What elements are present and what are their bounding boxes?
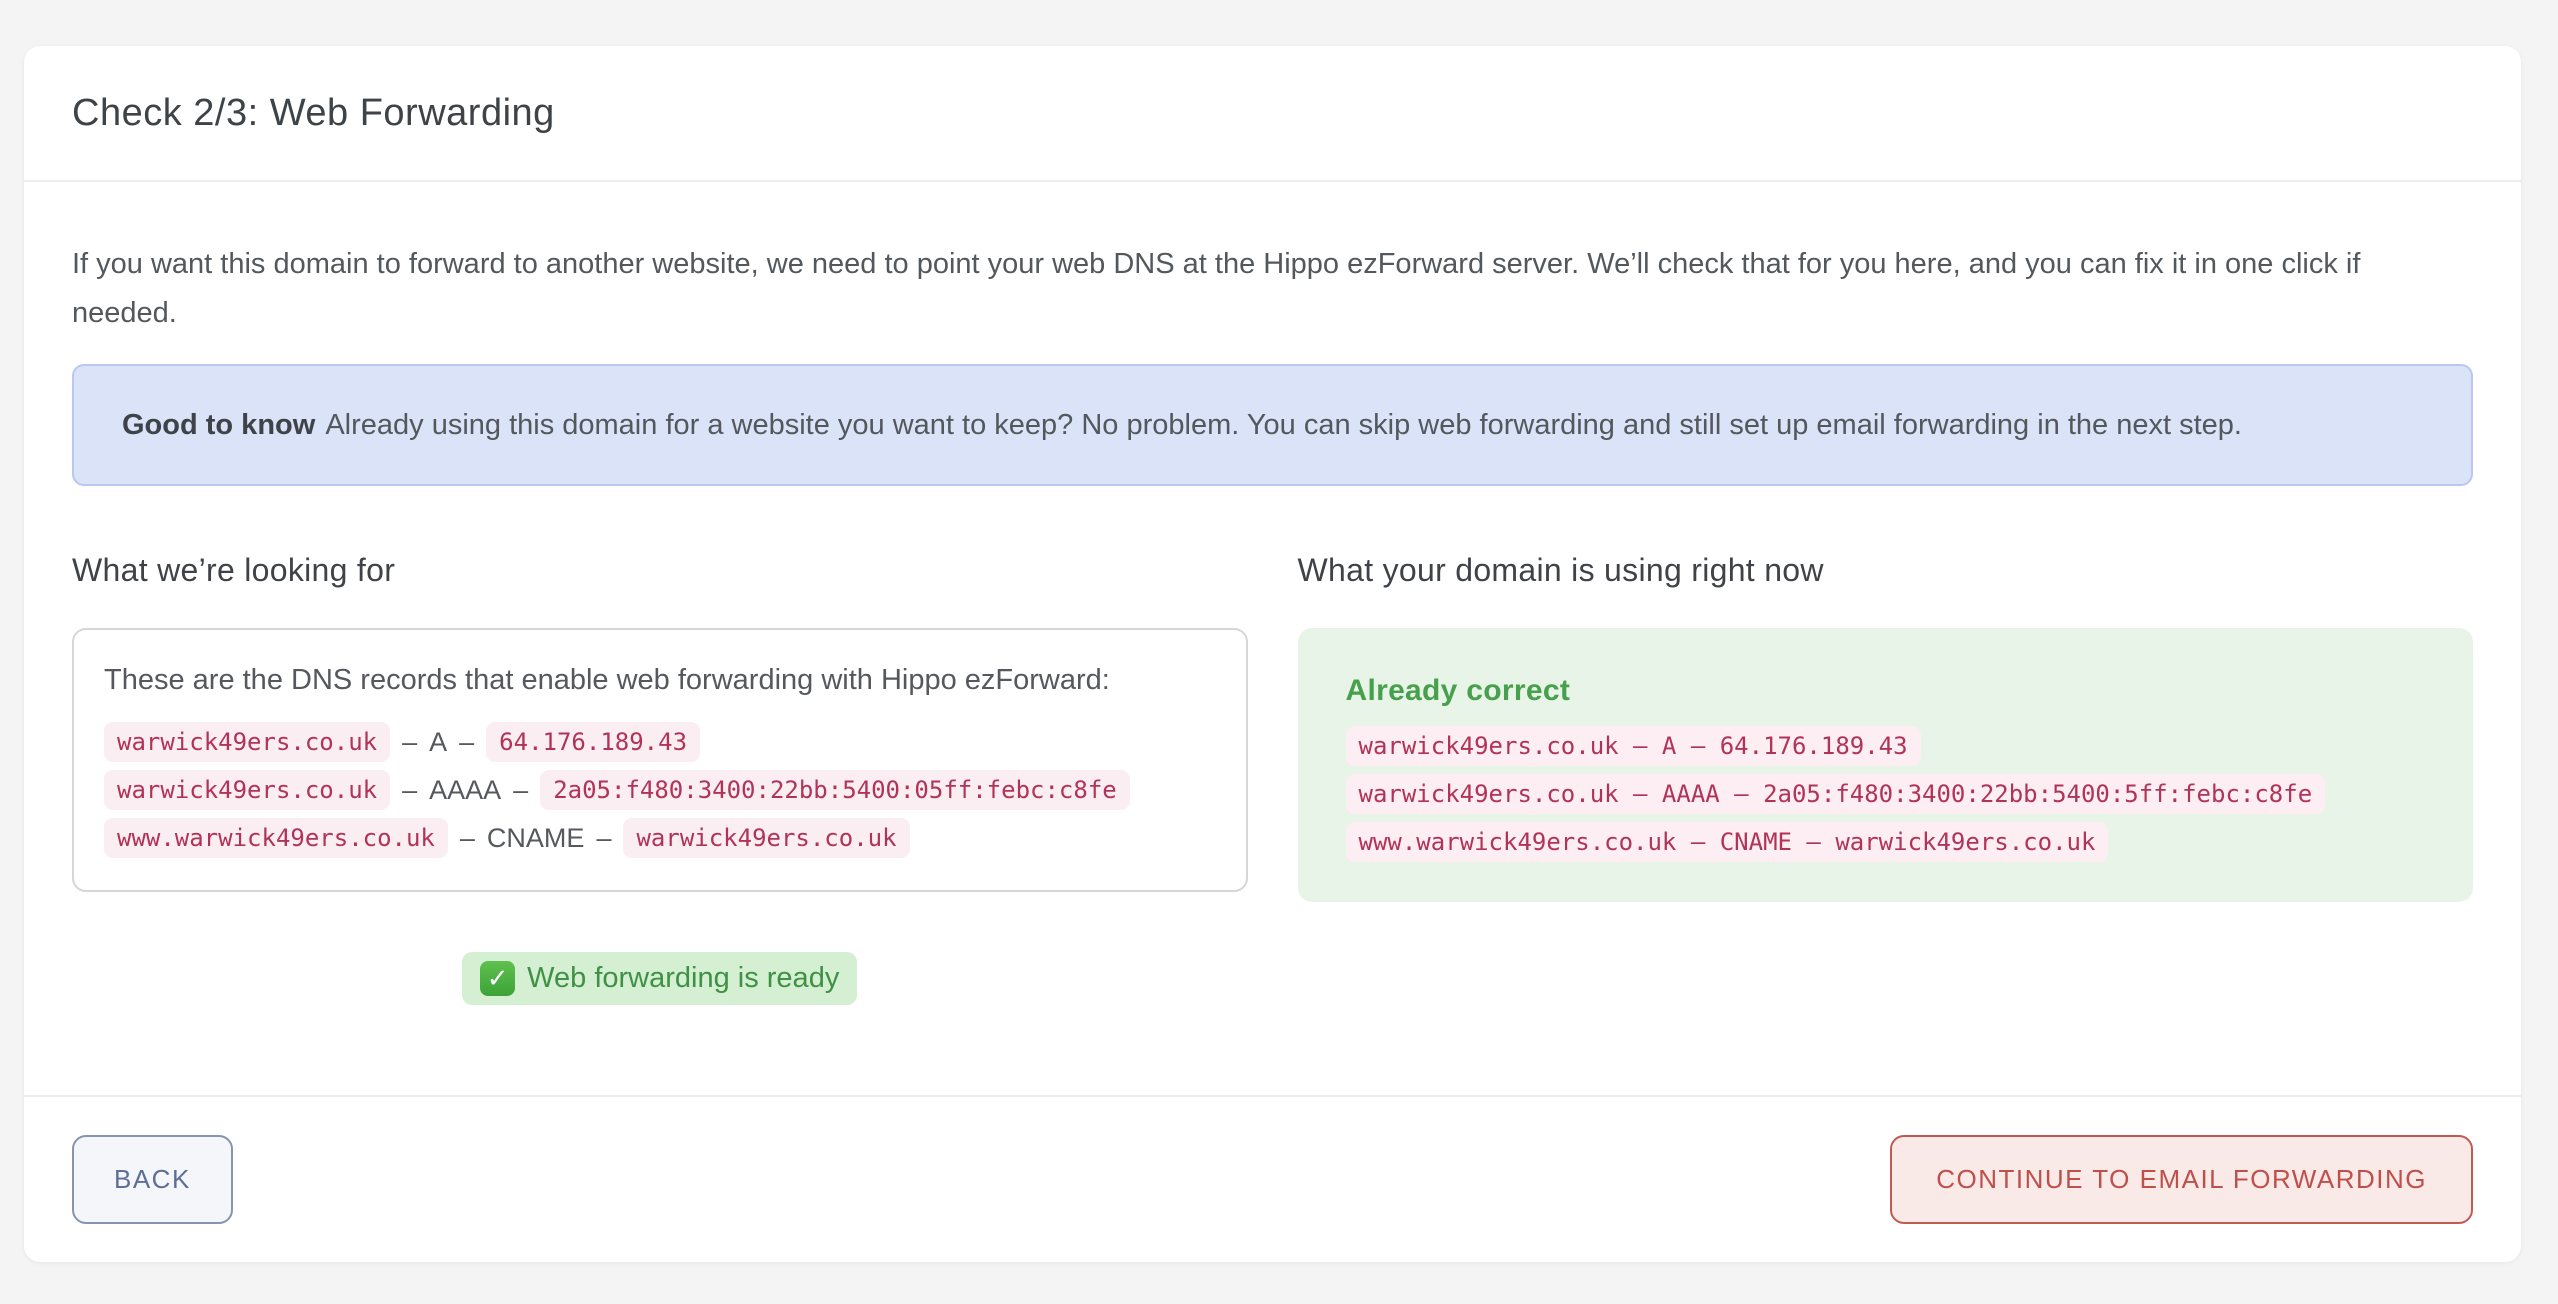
back-button[interactable]: BACK — [72, 1135, 233, 1224]
current-record-chip: warwick49ers.co.uk — AAAA — 2a05:f480:34… — [1346, 774, 2326, 814]
dns-record-type: AAAA — [429, 775, 501, 806]
dns-separator: – — [402, 727, 417, 758]
callout-label: Good to know — [122, 409, 315, 441]
dns-columns: What we’re looking for These are the DNS… — [72, 552, 2473, 1005]
web-forwarding-ready-badge: ✓ Web forwarding is ready — [462, 952, 857, 1005]
current-record-chip: warwick49ers.co.uk — A — 64.176.189.43 — [1346, 726, 1921, 766]
dns-record-type: A — [429, 727, 447, 758]
dns-separator: – — [513, 775, 528, 806]
good-to-know-callout: Good to know Already using this domain fo… — [72, 364, 2473, 486]
card-header: Check 2/3: Web Forwarding — [24, 46, 2521, 182]
current-record-row: warwick49ers.co.uk — A — 64.176.189.43 — [1346, 726, 2426, 766]
wizard-card: Check 2/3: Web Forwarding If you want th… — [24, 46, 2521, 1262]
dns-host-chip: warwick49ers.co.uk — [104, 722, 390, 762]
dns-record-row: www.warwick49ers.co.uk – CNAME – warwick… — [104, 818, 1216, 858]
current-records-section: What your domain is using right now Alre… — [1298, 552, 2474, 902]
dns-host-chip: www.warwick49ers.co.uk — [104, 818, 448, 858]
expected-records-section: What we’re looking for These are the DNS… — [72, 552, 1248, 1005]
status-badge-label: Web forwarding is ready — [527, 962, 839, 995]
intro-paragraph: If you want this domain to forward to an… — [72, 240, 2392, 338]
dns-record-type: CNAME — [487, 823, 585, 854]
dns-record-row: warwick49ers.co.uk – AAAA – 2a05:f480:34… — [104, 770, 1216, 810]
current-record-row: www.warwick49ers.co.uk — CNAME — warwick… — [1346, 822, 2426, 862]
expected-records-heading: What we’re looking for — [72, 552, 1248, 588]
callout-text: Good to know Already using this domain fo… — [122, 400, 2423, 450]
card-footer: BACK CONTINUE TO EMAIL FORWARDING — [24, 1095, 2521, 1262]
page-background: Check 2/3: Web Forwarding If you want th… — [0, 0, 2558, 1304]
current-records-box: Already correct warwick49ers.co.uk — A —… — [1298, 628, 2474, 902]
dns-separator: – — [402, 775, 417, 806]
card-body: If you want this domain to forward to an… — [24, 182, 2521, 1095]
dns-value-chip: warwick49ers.co.uk — [623, 818, 909, 858]
expected-records-intro: These are the DNS records that enable we… — [104, 660, 1216, 700]
current-record-chip: www.warwick49ers.co.uk — CNAME — warwick… — [1346, 822, 2109, 862]
current-record-row: warwick49ers.co.uk — AAAA — 2a05:f480:34… — [1346, 774, 2426, 814]
dns-value-chip: 2a05:f480:3400:22bb:5400:05ff:febc:c8fe — [540, 770, 1130, 810]
status-badge-row: ✓ Web forwarding is ready — [72, 952, 1248, 1005]
dns-separator: – — [459, 727, 474, 758]
dns-host-chip: warwick49ers.co.uk — [104, 770, 390, 810]
callout-body: Already using this domain for a website … — [325, 409, 2242, 441]
current-records-heading: What your domain is using right now — [1298, 552, 2474, 588]
dns-separator: – — [460, 823, 475, 854]
page-title: Check 2/3: Web Forwarding — [72, 92, 555, 135]
check-mark-icon: ✓ — [480, 961, 515, 996]
dns-separator: – — [596, 823, 611, 854]
dns-value-chip: 64.176.189.43 — [486, 722, 700, 762]
already-correct-heading: Already correct — [1346, 674, 2426, 708]
continue-button[interactable]: CONTINUE TO EMAIL FORWARDING — [1890, 1135, 2473, 1224]
expected-records-box: These are the DNS records that enable we… — [72, 628, 1248, 892]
dns-record-row: warwick49ers.co.uk – A – 64.176.189.43 — [104, 722, 1216, 762]
